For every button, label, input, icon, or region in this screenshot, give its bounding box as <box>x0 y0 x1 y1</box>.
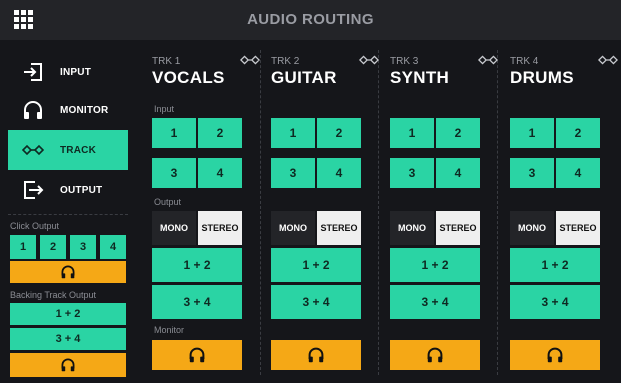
sidebar-item-track[interactable]: TRACK <box>8 130 128 170</box>
stereo-button[interactable]: STEREO <box>198 211 242 245</box>
track-routing-icon <box>478 55 498 65</box>
input-label: Input <box>154 104 175 114</box>
input-2-button[interactable]: 2 <box>436 118 480 148</box>
mono-button[interactable]: MONO <box>510 211 554 245</box>
track-name: GUITAR <box>271 68 337 87</box>
headphones-icon <box>427 347 443 363</box>
mono-button[interactable]: MONO <box>152 211 196 245</box>
sidebar-item-label: MONITOR <box>60 104 109 116</box>
track-routing-icon <box>22 144 44 156</box>
output-1-2-button[interactable]: 1 + 2 <box>152 248 242 282</box>
output-1-2-button[interactable]: 1 + 2 <box>271 248 361 282</box>
monitor-button[interactable] <box>510 340 600 370</box>
track-name: SYNTH <box>390 68 450 87</box>
click-monitor-button[interactable] <box>10 261 126 283</box>
input-1-button[interactable]: 1 <box>510 118 554 148</box>
track-name: VOCALS <box>152 68 225 87</box>
track-number: TRK 2 <box>271 56 300 67</box>
input-4-button[interactable]: 4 <box>436 158 480 188</box>
mono-button[interactable]: MONO <box>390 211 434 245</box>
monitor-button[interactable] <box>390 340 480 370</box>
output-1-2-button[interactable]: 1 + 2 <box>390 248 480 282</box>
headphones-icon <box>308 347 324 363</box>
track-routing-icon <box>359 55 379 65</box>
backing-track-output-label: Backing Track Output <box>10 290 97 300</box>
monitor-button[interactable] <box>152 340 242 370</box>
output-3-4-button[interactable]: 3 + 4 <box>510 285 600 319</box>
input-2-button[interactable]: 2 <box>556 118 600 148</box>
monitor-button[interactable] <box>271 340 361 370</box>
track-number: TRK 4 <box>510 56 539 67</box>
track-column-2: TRK 2 GUITAR 1 2 3 4 MONO STEREO 1 + 2 3… <box>271 46 381 378</box>
input-1-button[interactable]: 1 <box>271 118 315 148</box>
stereo-button[interactable]: STEREO <box>436 211 480 245</box>
output-3-4-button[interactable]: 3 + 4 <box>390 285 480 319</box>
headphones-icon <box>61 265 75 279</box>
input-3-button[interactable]: 3 <box>152 158 196 188</box>
backing-output-3-4-button[interactable]: 3 + 4 <box>10 328 126 350</box>
page-title: AUDIO ROUTING <box>247 11 374 28</box>
monitor-label: Monitor <box>154 325 185 335</box>
sidebar-item-label: TRACK <box>60 144 96 156</box>
input-arrow-icon <box>24 63 42 81</box>
output-label: Output <box>154 197 182 207</box>
track-number: TRK 1 <box>152 56 181 67</box>
input-4-button[interactable]: 4 <box>317 158 361 188</box>
backing-output-1-2-button[interactable]: 1 + 2 <box>10 303 126 325</box>
input-1-button[interactable]: 1 <box>390 118 434 148</box>
sidebar-item-input[interactable]: INPUT <box>8 52 128 92</box>
headphones-icon <box>189 347 205 363</box>
output-3-4-button[interactable]: 3 + 4 <box>152 285 242 319</box>
click-output-1-button[interactable]: 1 <box>10 235 36 259</box>
input-2-button[interactable]: 2 <box>198 118 242 148</box>
sidebar-item-output[interactable]: OUTPUT <box>8 170 128 210</box>
sidebar-item-label: OUTPUT <box>60 184 103 196</box>
click-output-2-button[interactable]: 2 <box>40 235 66 259</box>
headphones-icon <box>547 347 563 363</box>
input-3-button[interactable]: 3 <box>510 158 554 188</box>
headphones-icon <box>24 101 42 119</box>
stereo-button[interactable]: STEREO <box>556 211 600 245</box>
output-arrow-icon <box>24 181 44 199</box>
input-1-button[interactable]: 1 <box>152 118 196 148</box>
track-column-1: TRK 1 VOCALS Input 1 2 3 4 Output MONO S… <box>152 46 262 378</box>
track-column-3: TRK 3 SYNTH 1 2 3 4 MONO STEREO 1 + 2 3 … <box>390 46 500 378</box>
sidebar-item-monitor[interactable]: MONITOR <box>8 90 128 130</box>
input-2-button[interactable]: 2 <box>317 118 361 148</box>
input-3-button[interactable]: 3 <box>390 158 434 188</box>
sidebar: INPUT MONITOR TRACK OUTPUT Click Output … <box>8 46 128 378</box>
headphones-icon <box>61 358 75 372</box>
mono-button[interactable]: MONO <box>271 211 315 245</box>
top-bar: AUDIO ROUTING <box>0 0 621 40</box>
click-output-3-button[interactable]: 3 <box>70 235 96 259</box>
track-number: TRK 3 <box>390 56 419 67</box>
sidebar-divider <box>8 214 128 215</box>
output-3-4-button[interactable]: 3 + 4 <box>271 285 361 319</box>
input-3-button[interactable]: 3 <box>271 158 315 188</box>
sidebar-item-label: INPUT <box>60 66 91 78</box>
stereo-button[interactable]: STEREO <box>317 211 361 245</box>
output-1-2-button[interactable]: 1 + 2 <box>510 248 600 282</box>
input-4-button[interactable]: 4 <box>556 158 600 188</box>
track-name: DRUMS <box>510 68 574 87</box>
click-output-label: Click Output <box>10 221 60 231</box>
track-routing-icon <box>240 55 260 65</box>
backing-monitor-button[interactable] <box>10 353 126 377</box>
track-routing-icon <box>598 55 618 65</box>
track-column-4: TRK 4 DRUMS 1 2 3 4 MONO STEREO 1 + 2 3 … <box>510 46 620 378</box>
click-output-4-button[interactable]: 4 <box>100 235 126 259</box>
input-4-button[interactable]: 4 <box>198 158 242 188</box>
